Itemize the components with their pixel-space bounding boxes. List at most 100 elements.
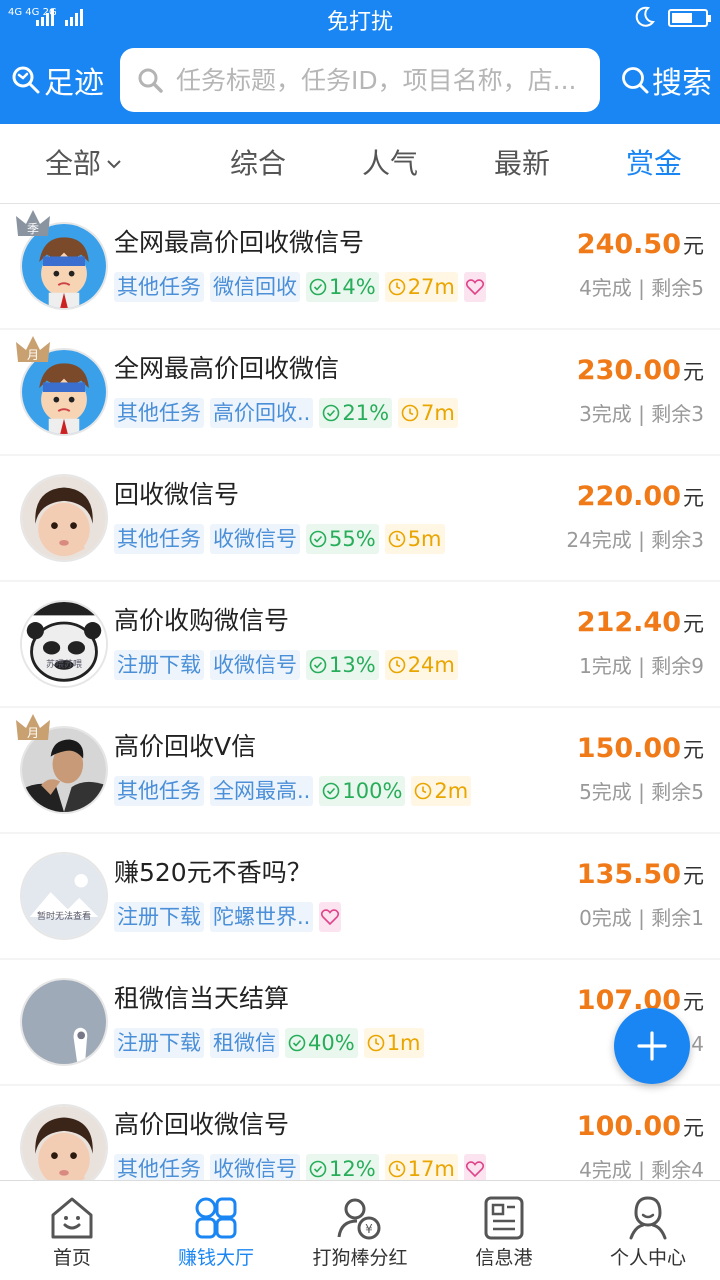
search-button-label: 搜索 — [652, 66, 712, 101]
task-category-tag: 其他任务 — [114, 272, 204, 302]
completion-rate-tag: 40% — [285, 1028, 358, 1058]
average-time-tag: 7m — [398, 398, 458, 428]
remaining-count: 剩余9 — [651, 654, 704, 678]
completion-rate-value: 14% — [329, 275, 376, 299]
reward-amount: 240.50 — [576, 229, 681, 260]
nav-personal-center-label: 个人中心 — [609, 1247, 686, 1269]
check-circle-icon — [309, 278, 327, 296]
completion-rate-tag: 55% — [306, 524, 379, 554]
task-row[interactable]: 租微信当天结算注册下载租微信40%1m107.00元4完成 | 4 — [0, 960, 720, 1084]
task-stats: 1完成 | 剩余9 — [579, 654, 704, 678]
clock-icon — [388, 656, 405, 674]
chevron-down-icon — [107, 160, 121, 169]
remaining-count: 剩余4 — [651, 1158, 704, 1180]
do-not-disturb-moon-icon — [635, 6, 655, 27]
average-time-value: 5m — [407, 527, 442, 551]
plus-icon — [637, 1031, 667, 1061]
search-icon — [138, 68, 163, 93]
battery-icon — [668, 9, 711, 27]
task-title: 租微信当天结算 — [114, 984, 290, 1013]
reward-unit: 元 — [683, 486, 704, 510]
completion-rate-tag: 13% — [306, 650, 379, 680]
avatar-caption: 暂时无法查看 — [36, 912, 91, 922]
task-category-tag: 其他任务 — [114, 1154, 204, 1180]
nav-info-port[interactable]: 信息港 — [432, 1187, 576, 1277]
completed-count: 4完成 — [579, 276, 632, 300]
clock-icon — [367, 1034, 384, 1052]
task-row[interactable]: 季 全网最高价回收微信号 其他任务 微信回收 14% 27m 240.50元 4完成 | 剩余… — [0, 204, 720, 328]
sort-tab-comprehensive[interactable]: 综合 — [230, 144, 286, 184]
completed-count: 0完成 — [579, 906, 632, 930]
nav-personal-center[interactable]: 个人中心 — [576, 1187, 720, 1277]
remaining-count: 剩余5 — [651, 276, 704, 300]
nav-info-port-label: 信息港 — [475, 1247, 533, 1269]
sort-tab-popularity[interactable]: 人气 — [362, 144, 418, 184]
task-tags: 其他任务 微信回收 14% 27m — [114, 272, 486, 302]
task-project-tag: 微信回收 — [210, 272, 300, 302]
remaining-count: 剩余1 — [651, 906, 704, 930]
task-tags: 注册下载 收微信号 13% 24m — [114, 650, 464, 680]
task-reward: 240.50元 — [577, 228, 704, 263]
reward-amount: 100.00 — [576, 1111, 681, 1142]
nav-home[interactable]: 首页 — [0, 1187, 144, 1277]
average-time-tag: 27m — [384, 272, 458, 302]
completion-rate-value: 12% — [329, 1157, 376, 1180]
task-row[interactable]: 高价回收微信号 其他任务 收微信号 12% 17m 100.00元 4完成 | 剩余4 — [0, 1086, 720, 1180]
user-coin-icon: ¥ — [337, 1198, 381, 1240]
completion-rate-value: 55% — [329, 527, 376, 551]
task-row[interactable]: 暂时无法查看 赚520元不香吗？ 注册下载 陀螺世界.. 135.50元 0完成 | 剩余… — [0, 834, 720, 958]
add-task-button[interactable] — [614, 1008, 690, 1084]
svg-text:月: 月 — [27, 726, 39, 740]
status-bar: 4G 4G 2G 免打扰 — [0, 0, 720, 36]
nav-dividend[interactable]: ¥ 打狗棒分红 — [288, 1187, 432, 1277]
completed-count: 5完成 — [579, 780, 632, 804]
svg-text:季: 季 — [27, 222, 39, 236]
task-title: 赚520元不香吗？ — [114, 858, 312, 887]
reward-unit: 元 — [683, 1116, 704, 1140]
task-title: 全网最高价回收微信号 — [114, 228, 365, 257]
nav-home-label: 首页 — [52, 1247, 91, 1269]
average-time-tag: 1m — [363, 1028, 424, 1058]
clock-icon — [388, 1160, 405, 1178]
sort-tab-reward[interactable]: 赏金 — [626, 144, 682, 184]
search-input[interactable] — [176, 65, 596, 95]
completion-rate-value: 21% — [342, 401, 390, 425]
task-tags: 其他任务 高价回收.. 21% 7m — [114, 398, 464, 428]
completion-rate-tag: 14% — [306, 272, 379, 302]
task-reward: 150.00元 — [577, 732, 704, 767]
task-tags: 其他任务 收微信号 12% 17m — [114, 1154, 486, 1180]
sort-tab-all[interactable]: 全部 — [45, 144, 123, 184]
clock-icon — [388, 278, 405, 296]
task-stats: 3完成 | 剩余3 — [579, 402, 704, 426]
task-row[interactable]: 月 高价回收V信 其他任务 全网最高.. 100% 2m 150.00元 5完成 | 剩余5 — [0, 708, 720, 832]
task-reward: 230.00元 — [577, 354, 704, 389]
search-button[interactable]: 搜索 — [620, 58, 712, 102]
task-stats: 4完成 | 剩余5 — [579, 276, 704, 300]
task-row[interactable]: 月 全网最高价回收微信 其他任务 高价回收.. 21% 7m 230.00元 3完成 | 剩余… — [0, 330, 720, 454]
bottom-navigation: 首页 赚钱大厅 ¥ 打狗棒分红 信息港 个人中心 — [0, 1180, 720, 1280]
search-box[interactable] — [120, 48, 600, 112]
task-tags: 注册下载 陀螺世界.. — [114, 902, 342, 932]
task-row[interactable]: 苏喂苏喂 高价收购微信号 注册下载 收微信号 13% 24m 212.40元 1完成 | 剩余… — [0, 582, 720, 706]
avatar: 苏喂苏喂 — [20, 600, 108, 688]
sort-tab-newest[interactable]: 最新 — [494, 144, 550, 184]
remaining-count: 剩余5 — [651, 780, 704, 804]
completion-rate-tag: 100% — [319, 776, 406, 806]
completion-rate-value: 40% — [308, 1031, 355, 1055]
footprint-button[interactable]: 足迹 — [10, 58, 104, 102]
average-time-tag: 5m — [384, 524, 445, 554]
average-time-tag: 24m — [384, 650, 458, 680]
task-tags: 注册下载 租微信 40% 1m — [114, 1028, 430, 1058]
nav-earn-hall[interactable]: 赚钱大厅 — [144, 1187, 288, 1277]
check-circle-icon — [309, 1160, 327, 1178]
completion-rate-value: 13% — [329, 653, 376, 677]
search-button-icon — [622, 67, 649, 94]
completed-count: 1完成 — [579, 654, 632, 678]
task-row[interactable]: 回收微信号 其他任务 收微信号 55% 5m 220.00元 24完成 | 剩余3 — [0, 456, 720, 580]
average-time-tag: 17m — [384, 1154, 458, 1180]
task-stats: 0完成 | 剩余1 — [579, 906, 704, 930]
task-title: 高价回收微信号 — [114, 1110, 290, 1139]
average-time-value: 27m — [407, 275, 455, 299]
clock-icon — [415, 782, 432, 800]
average-time-value: 17m — [407, 1157, 455, 1180]
